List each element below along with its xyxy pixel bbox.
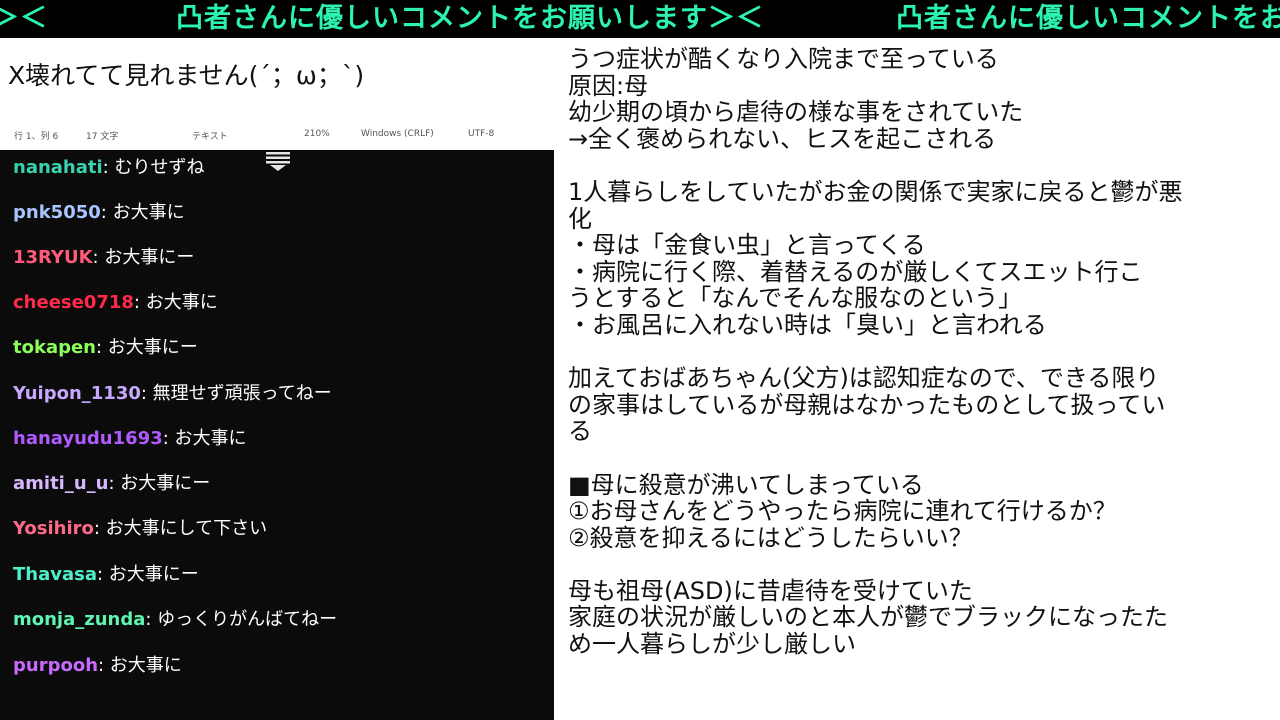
chat-username[interactable]: 13RYUK <box>13 247 93 268</box>
status-encoding[interactable]: UTF-8 <box>468 129 494 139</box>
chat-message-text: : お大事に <box>133 292 218 313</box>
chat-username[interactable]: Thavasa <box>13 564 97 585</box>
chat-username[interactable]: amiti_u_u <box>13 473 108 494</box>
notepad-status-bar: 行 1、列 6 17 文字 テキスト 210% Windows (CRLF) U… <box>0 124 554 146</box>
notepad-text-area[interactable]: X壊れてて見れません(´；ω；`) <box>8 56 364 92</box>
chat-username[interactable]: nanahati <box>13 157 103 178</box>
chat-panel: nanahati: むりせずね pnk5050: お大事に 13RYUK: お大事に… <box>0 150 554 720</box>
chat-message: tokapen: お大事にー <box>13 336 198 360</box>
chat-message: cheese0718: お大事に <box>13 291 218 315</box>
document-line: ・母は「金食い虫」と言ってくる <box>568 231 926 260</box>
chat-message-text: : お大事に <box>162 428 247 449</box>
chat-message-text: : お大事にして下さい <box>93 518 268 539</box>
chat-message: Yuipon_1130: 無理せず頑張ってねー <box>13 382 332 406</box>
chat-message-text: : むりせずね <box>102 157 205 178</box>
chat-message: pnk5050: お大事に <box>13 201 185 225</box>
chat-message-text: : お大事に <box>100 202 185 223</box>
chat-message: 13RYUK: お大事にー <box>13 246 194 270</box>
chat-username[interactable]: cheese0718 <box>13 292 134 313</box>
chat-username[interactable]: hanayudu1693 <box>13 428 163 449</box>
chat-message: monja_zunda: ゆっくりがんばてねー <box>13 608 337 632</box>
chat-username[interactable]: pnk5050 <box>13 202 101 223</box>
chat-username[interactable]: monja_zunda <box>13 609 145 630</box>
marquee-segment-main: 凸者さんに優しいコメントをお願いします＞＜ <box>176 3 764 34</box>
document-line: 原因:母 <box>568 71 649 100</box>
document-line: 1人暮らしをしていたがお金の関係で実家に戻ると鬱が悪 <box>568 177 1183 206</box>
chat-message-text: : ゆっくりがんばてねー <box>145 609 338 630</box>
document-line: うつ症状が酷くなり入院まで至っている <box>568 45 999 73</box>
document-panel: うつ症状が酷くなり入院まで至っている 原因:母 幼少期の頃から虐待の様な事をされてい… <box>554 38 1280 720</box>
document-text: うつ症状が酷くなり入院まで至っている 原因:母 幼少期の頃から虐待の様な事をされてい… <box>568 46 1268 658</box>
chat-message: purpooh: お大事に <box>13 654 182 678</box>
document-line: ・病院に行く際、着替えるのが厳しくてスエット行こ <box>568 257 1143 286</box>
scroll-handle-icon[interactable] <box>265 150 291 172</box>
status-char-count: 17 文字 <box>86 132 119 142</box>
marquee-segment-left: ＞＜ <box>0 3 48 34</box>
chat-message: nanahati: むりせずね <box>13 156 204 180</box>
chat-message-text: : お大事にー <box>96 337 198 358</box>
chat-message-text: : お大事にー <box>96 564 199 585</box>
document-line: 化 <box>568 204 592 233</box>
chat-message-text: : お大事にー <box>92 247 195 268</box>
document-line: る <box>568 417 592 446</box>
document-line: ②殺意を抑えるにはどうしたらいい？ <box>568 523 973 552</box>
chat-message: Thavasa: お大事にー <box>13 563 199 587</box>
status-file-type: テキスト <box>192 132 228 142</box>
document-line: →全く褒められない、ヒスを起こされる <box>568 124 997 153</box>
document-line: ①お母さんをどうやったら病院に連れて行けるか？ <box>568 497 1117 526</box>
document-line: ■母に殺意が沸いてしまっている <box>568 470 924 499</box>
document-line: 幼少期の頃から虐待の様な事をされていた <box>568 98 1024 127</box>
marquee-segment-right: 凸者さんに優しいコメントをお <box>896 3 1280 34</box>
document-line: ・お風呂に入れない時は「臭い」と言われる <box>568 310 1047 339</box>
chat-message: amiti_u_u: お大事にー <box>13 472 210 496</box>
chat-message-text: : 無理せず頑張ってねー <box>140 383 332 404</box>
chat-username[interactable]: Yosihiro <box>13 518 94 539</box>
document-line: 加えておばあちゃん(父方)は認知症なので、できる限り <box>568 364 1160 393</box>
marquee-banner: ＞＜ 凸者さんに優しいコメントをお願いします＞＜ 凸者さんに優しいコメントをお <box>0 0 1280 38</box>
status-zoom[interactable]: 210% <box>304 129 330 139</box>
status-cursor-position[interactable]: 行 1、列 6 <box>14 129 58 142</box>
chat-message: Yosihiro: お大事にして下さい <box>13 517 267 541</box>
document-line: うとすると「なんでそんな服なのという」 <box>568 284 1023 313</box>
document-line: め一人暮らしが少し厳しい <box>568 630 856 659</box>
document-line: の家事はしているが母親はなかったものとして扱ってい <box>568 390 1166 419</box>
document-line: 家庭の状況が厳しいのと本人が鬱でブラックになったた <box>568 603 1168 632</box>
chat-username[interactable]: tokapen <box>13 337 96 358</box>
chat-username[interactable]: purpooh <box>13 655 98 676</box>
notepad-window: X壊れてて見れません(´；ω；`) 行 1、列 6 17 文字 テキスト 210… <box>0 38 554 150</box>
chat-message: hanayudu1693: お大事に <box>13 427 247 451</box>
chat-username[interactable]: Yuipon_1130 <box>13 383 141 404</box>
chat-message-text: : お大事に <box>98 655 182 676</box>
status-line-ending[interactable]: Windows (CRLF) <box>361 129 434 139</box>
document-line: 母も祖母(ASD)に昔虐待を受けていた <box>568 576 973 605</box>
chat-message-text: : お大事にー <box>108 473 211 494</box>
